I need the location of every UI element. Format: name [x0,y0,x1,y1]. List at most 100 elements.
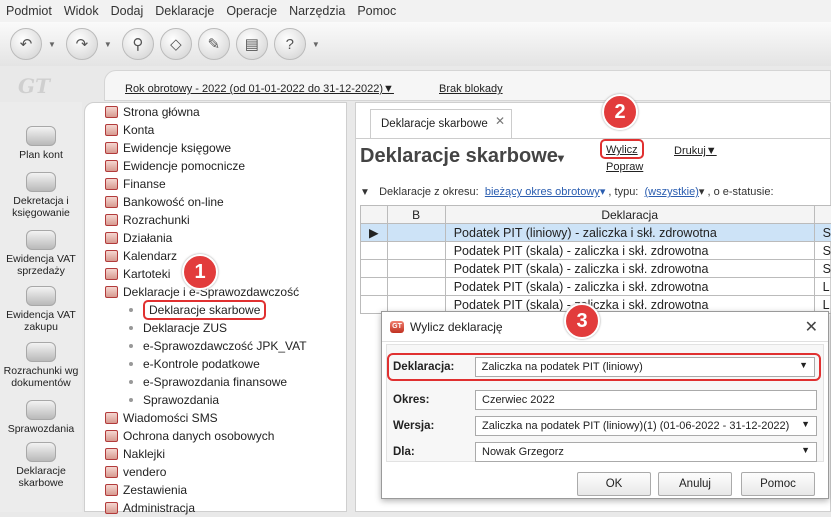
printer-icon[interactable]: ▤ [236,28,268,60]
deklaracja-select[interactable]: Zaliczka na podatek PIT (liniowy)▼ [475,357,815,377]
chevron-down-icon: ▾ [558,151,564,165]
menu-dodaj[interactable]: Dodaj [111,4,144,18]
tree-item[interactable]: Strona główna [105,103,200,121]
tree-subitem[interactable]: Sprawozdania [125,391,219,409]
tree-item[interactable]: Ewidencje pomocnicze [105,157,245,175]
drukuj-link[interactable]: Drukuj▼ [674,145,717,157]
column-header-b[interactable]: B [387,206,445,224]
column-header-deklaracja[interactable]: Deklaracja [445,206,814,224]
tree-item[interactable]: Ewidencje księgowe [105,139,231,157]
nav-vat-zakupu[interactable]: Ewidencja VAT zakupu [0,286,82,333]
privacy-icon [105,430,118,442]
bullet-icon [129,362,133,366]
bank-icon [105,196,118,208]
menu-operacje[interactable]: Operacje [226,4,277,18]
lock-status-link[interactable]: Brak blokady [439,83,503,95]
help-button[interactable]: Pomoc [741,472,815,496]
tree-item[interactable]: Kalendarz [105,247,177,265]
chevron-down-icon[interactable]: ▼ [48,40,56,49]
tab-deklaracje-skarbowe[interactable]: Deklaracje skarbowe✕ [370,109,512,139]
cancel-button[interactable]: Anuluj [658,472,732,496]
tree-item[interactable]: Kartoteki [105,265,170,283]
app-logo-icon: GT [390,321,404,333]
wylicz-link[interactable]: Wylicz [600,139,644,159]
tree-subitem[interactable]: e-Sprawozdania finansowe [125,373,287,391]
fiscal-year-bar: Rok obrotowy - 2022 (od 01-01-2022 do 31… [104,70,831,101]
ok-button[interactable]: OK [577,472,651,496]
admin-icon [105,502,118,514]
tree-item[interactable]: Konta [105,121,154,139]
tree-item[interactable]: Wiadomości SMS [105,409,218,427]
period-filter[interactable]: bieżący okres obrotowy [485,186,600,198]
dialog-form: Deklaracja: Zaliczka na podatek PIT (lin… [386,344,824,462]
popraw-link[interactable]: Popraw [606,161,643,173]
nav-sprawozdania[interactable]: Sprawozdania [0,400,82,435]
page-title[interactable]: Deklaracje skarbowe▾ [360,145,564,168]
nav-plan-kont[interactable]: Plan kont [0,126,82,161]
cards-icon [105,268,118,280]
chart-of-accounts-icon [26,126,56,146]
tree-item[interactable]: Administracja [105,499,195,517]
nav-rozrachunki[interactable]: Rozrachunki wg dokumentów [0,342,82,389]
tree-item[interactable]: vendero [105,463,166,481]
eraser-icon[interactable]: ◇ [160,28,192,60]
table-row[interactable]: Podatek PIT (skala) - zaliczka i skł. zd… [361,260,831,278]
tree-subitem[interactable]: e-Kontrole podatkowe [125,355,260,373]
gt-logo: GT [18,74,50,98]
menu-deklaracje[interactable]: Deklaracje [155,4,214,18]
table-row[interactable]: Podatek PIT (skala) - zaliczka i skł. zd… [361,278,831,296]
back-arrow-icon[interactable]: ↶ [10,28,42,60]
chevron-down-icon[interactable]: ▼ [104,40,112,49]
okres-select[interactable]: Czerwiec 2022 [475,390,817,410]
label-icon [105,448,118,460]
menu-widok[interactable]: Widok [64,4,99,18]
field-dla: Dla: Nowak Grzegorz▼ [393,441,817,463]
wylicz-dialog: GT Wylicz deklarację ✕ Deklaracja: Zalic… [381,311,829,499]
nav-vat-sprzedazy[interactable]: Ewidencja VAT sprzedaży [0,230,82,277]
wersja-select[interactable]: Zaliczka na podatek PIT (liniowy)(1) (01… [475,416,817,436]
tree-item[interactable]: Finanse [105,175,166,193]
bullet-icon [129,380,133,384]
tree-item[interactable]: Bankowość on-line [105,193,224,211]
bullet-icon [129,344,133,348]
settlements-icon [105,214,118,226]
tree-item[interactable]: Działania [105,229,172,247]
menu-podmiot[interactable]: Podmiot [6,4,52,18]
left-nav: Plan kont Dekretacja i księgowanie Ewide… [0,102,82,512]
menu-narzedzia[interactable]: Narzędzia [289,4,345,18]
bullet-icon [129,308,133,312]
tree-subitem[interactable]: e-Sprawozdawczość JPK_VAT [125,337,307,355]
close-icon[interactable]: ✕ [495,114,505,128]
help-icon[interactable]: ? [274,28,306,60]
step-badge-3: 3 [564,303,600,339]
stamp-icon[interactable]: ⚲ [122,28,154,60]
dla-select[interactable]: Nowak Grzegorz▼ [475,442,817,462]
close-icon[interactable]: ✕ [805,317,818,337]
forward-arrow-icon[interactable]: ↷ [66,28,98,60]
table-row[interactable]: Podatek PIT (skala) - zaliczka i skł. zd… [361,242,831,260]
tree-item[interactable]: Naklejki [105,445,165,463]
ledger-icon [105,142,118,154]
nav-deklaracje-skarbowe[interactable]: Deklaracje skarbowe [0,442,82,489]
bullet-icon [129,398,133,402]
collapse-icon[interactable]: ▼ [360,187,370,198]
sms-icon [105,412,118,424]
tree-item[interactable]: Ochrona danych osobowych [105,427,274,445]
posting-icon [26,172,56,192]
tools-icon[interactable]: ✎ [198,28,230,60]
field-deklaracja: Deklaracja: Zaliczka na podatek PIT (lin… [387,353,821,381]
finance-icon [105,178,118,190]
fiscal-year-selector[interactable]: Rok obrotowy - 2022 (od 01-01-2022 do 31… [125,83,394,95]
toolbar: ↶ ▼ ↷ ▼ ⚲ ◇ ✎ ▤ ? ▼ [0,22,831,66]
table-row[interactable]: ▶Podatek PIT (liniowy) - zaliczka i skł.… [361,224,831,242]
coins-icon [26,230,56,250]
chevron-down-icon[interactable]: ▼ [312,40,320,49]
menu-pomoc[interactable]: Pomoc [357,4,396,18]
nav-dekretacja[interactable]: Dekretacja i księgowanie [0,172,82,219]
tree-subitem[interactable]: Deklaracje ZUS [125,319,227,337]
tree-item[interactable]: Zestawienia [105,481,187,499]
type-filter[interactable]: (wszystkie) [645,186,699,198]
tree-item[interactable]: Rozrachunki [105,211,190,229]
tree-subitem-selected[interactable]: Deklaracje skarbowe [125,301,266,319]
coins-icon [26,286,56,306]
